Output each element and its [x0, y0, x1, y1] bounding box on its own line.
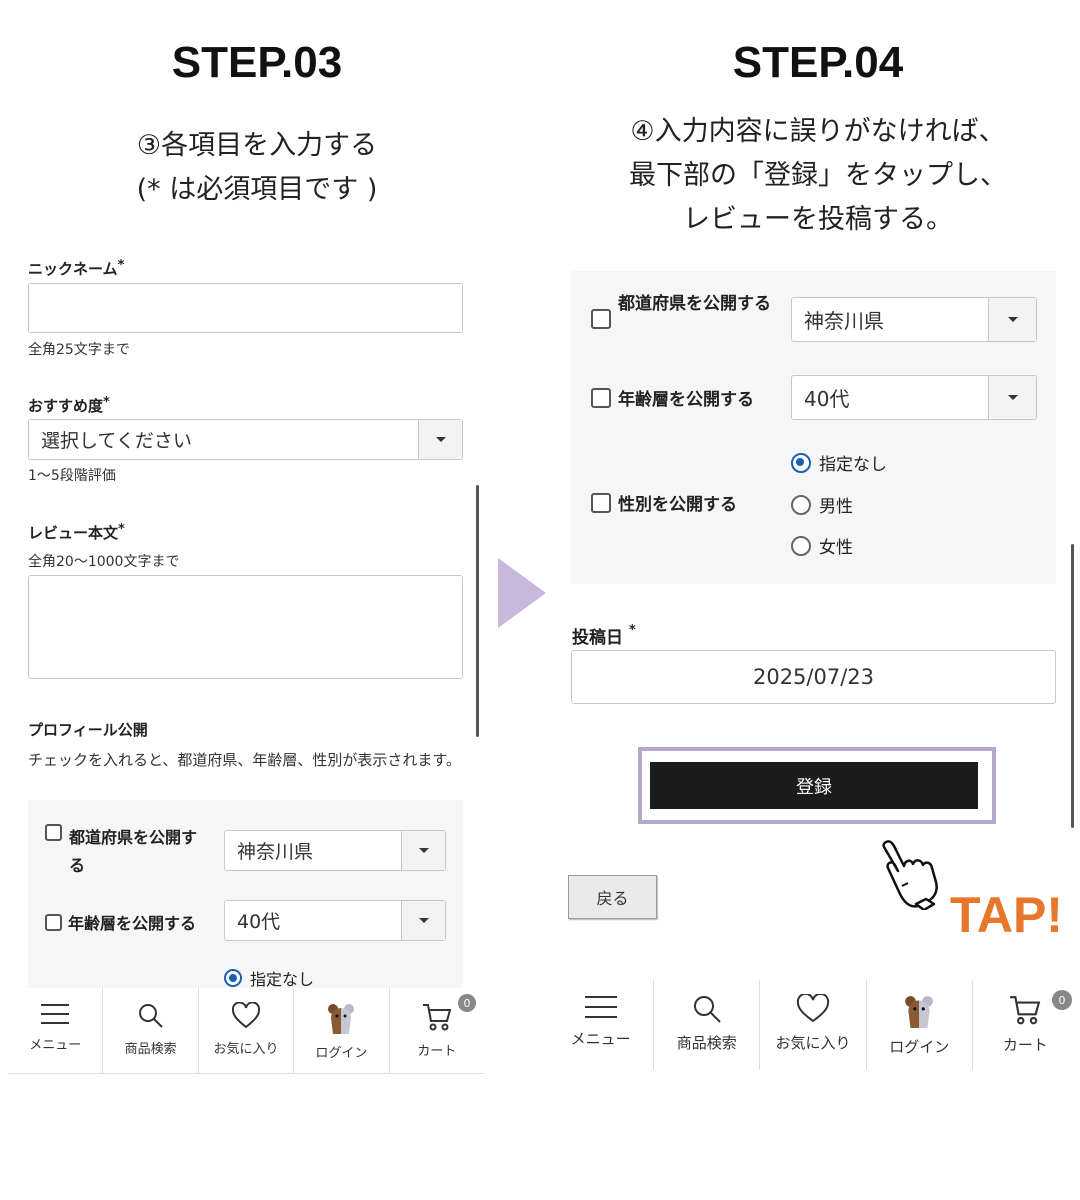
bottom-nav: メニュー 商品検索 お気に入り ログイン カート 0: [548, 980, 1078, 1070]
nav-cart[interactable]: カート 0: [390, 988, 484, 1073]
age-checkbox-row[interactable]: 年齢層を公開する: [45, 910, 196, 934]
step-03-description: ③各項目を入力する (* は必須項目です ): [136, 130, 378, 205]
gender-label: 性別を公開する: [618, 495, 737, 515]
pref-checkbox-row[interactable]: [591, 309, 611, 329]
nickname-input[interactable]: [28, 283, 463, 333]
gender-checkbox[interactable]: [591, 492, 611, 513]
review-textarea[interactable]: [28, 575, 463, 679]
bear-avatar-icon: [905, 996, 934, 1028]
review-hint: 全角20〜1000文字まで: [28, 554, 180, 570]
step-04-title: STEP.04: [732, 38, 904, 87]
cart-count-badge: 0: [1052, 990, 1073, 1010]
pref-checkbox[interactable]: [45, 824, 62, 841]
age-checkbox[interactable]: [591, 387, 611, 408]
nav-menu[interactable]: メニュー: [548, 980, 655, 1070]
submit-button[interactable]: 登録: [650, 762, 978, 809]
pref-select[interactable]: 神奈川県: [791, 297, 1037, 342]
nav-search[interactable]: 商品検索: [103, 988, 199, 1073]
age-label: 年齢層を公開する: [68, 914, 197, 933]
nav-favorite[interactable]: お気に入り: [760, 980, 867, 1070]
pref-checkbox[interactable]: [591, 309, 611, 329]
cart-icon: [1010, 996, 1041, 1025]
nav-search[interactable]: 商品検索: [654, 980, 761, 1070]
scrollbar[interactable]: [476, 485, 479, 737]
tap-label: TAP!: [950, 887, 1063, 943]
chevron-down-icon: [401, 831, 445, 870]
rating-select[interactable]: 選択してください: [28, 419, 463, 460]
age-label: 年齢層を公開する: [618, 390, 754, 410]
cart-count-badge: 0: [458, 994, 477, 1012]
gender-option-female[interactable]: 女性: [791, 533, 853, 558]
step-04-description: ④入力内容に誤りがなければ、 最下部の「登録」をタップし、 レビューを投稿する。: [629, 116, 1007, 235]
nav-login[interactable]: ログイン: [294, 988, 390, 1073]
profile-description: チェックを入れると、都道府県、年齢層、性別が表示されます。: [28, 751, 461, 769]
profile-panel-right: 都道府県を公開する 神奈川県 年齢層を公開する 40代 性別を公開する 指定なし…: [571, 271, 1056, 584]
chevron-down-icon: [988, 298, 1036, 341]
nickname-hint: 全角25文字まで: [28, 342, 130, 358]
nav-favorite[interactable]: お気に入り: [199, 988, 295, 1073]
menu-icon: [41, 1004, 70, 1024]
nav-menu[interactable]: メニュー: [8, 988, 104, 1073]
radio-unselected[interactable]: [791, 535, 811, 556]
age-select[interactable]: 40代: [791, 375, 1037, 420]
rating-hint: 1〜5段階評価: [28, 468, 116, 484]
back-button[interactable]: 戻る: [568, 875, 657, 919]
step-03-title: STEP.03: [171, 38, 343, 87]
pref-label: 都道府県を公開する: [618, 294, 771, 314]
menu-icon: [584, 996, 617, 1018]
pref-select[interactable]: 神奈川県: [224, 830, 446, 871]
gender-checkbox-row[interactable]: 性別を公開する: [591, 490, 737, 515]
radio-selected[interactable]: [224, 969, 242, 987]
next-arrow-icon: [498, 558, 546, 628]
nav-cart[interactable]: カート 0: [973, 980, 1078, 1070]
radio-selected[interactable]: [791, 452, 811, 473]
pref-label: 都道府県を公開する: [69, 828, 198, 875]
chevron-down-icon: [418, 420, 462, 459]
gender-option-male[interactable]: 男性: [791, 492, 853, 517]
age-checkbox[interactable]: [45, 913, 62, 931]
rating-label: おすすめ度*: [28, 395, 110, 415]
chevron-down-icon: [401, 901, 445, 940]
chevron-down-icon: [988, 376, 1036, 419]
heart-icon: [796, 994, 830, 1023]
post-date-input[interactable]: 2025/07/23: [571, 650, 1056, 704]
age-checkbox-row[interactable]: 年齢層を公開する: [591, 385, 754, 410]
tapping-hand-icon: [882, 840, 938, 910]
review-label: レビュー本文*: [28, 522, 125, 542]
profile-label: プロフィール公開: [28, 721, 148, 739]
post-date-label: 投稿日 *: [572, 623, 636, 648]
heart-icon: [232, 1002, 261, 1029]
bear-avatar-icon: [328, 1004, 355, 1034]
search-icon: [693, 996, 721, 1023]
gender-option-none[interactable]: 指定なし: [224, 966, 314, 990]
search-icon: [138, 1004, 163, 1028]
cart-icon: [422, 1004, 452, 1031]
pref-checkbox-row[interactable]: [45, 824, 62, 841]
profile-panel: 都道府県を公開する 神奈川県 年齢層を公開する 40代 指定なし: [28, 800, 463, 990]
nickname-label: ニックネーム*: [28, 258, 125, 278]
age-select[interactable]: 40代: [224, 900, 446, 941]
nav-login[interactable]: ログイン: [867, 980, 973, 1070]
bottom-nav: メニュー 商品検索 お気に入り ログイン カート 0: [8, 988, 484, 1074]
radio-unselected[interactable]: [791, 494, 811, 515]
gender-option-none[interactable]: 指定なし: [791, 450, 887, 475]
scrollbar[interactable]: [1071, 544, 1074, 828]
